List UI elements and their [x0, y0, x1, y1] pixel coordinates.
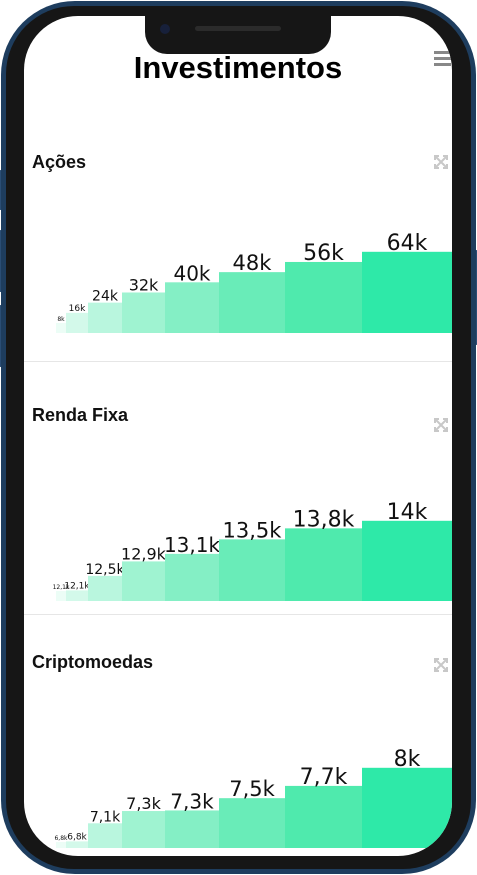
- data-label: 12,5k: [85, 562, 125, 578]
- chart-acoes: 8k 16k 24k 32k 40k 48k 56k 64k: [56, 231, 452, 333]
- data-label: 7,5k: [229, 777, 275, 801]
- data-label: 64k: [387, 231, 428, 256]
- chart-bar: [165, 810, 219, 848]
- page-title: Investimentos: [133, 50, 343, 85]
- data-label: 13,5k: [223, 518, 283, 542]
- chart-renda-fixa: 12,1k12,1k12,5k12,9k13,1k13,5k 13,8k 14k: [53, 500, 452, 601]
- chart-bar: [362, 251, 452, 333]
- data-label: 7,1k: [90, 809, 121, 825]
- chart-bar: [285, 261, 362, 333]
- phone-screen: Investimentos Ações 8k 16k 24k 32k 40k 48k 56k…: [24, 16, 452, 856]
- data-label: 12,1k: [64, 581, 90, 591]
- data-label: 14k: [387, 500, 428, 525]
- chart-bar: [219, 798, 285, 848]
- chart-bar: [56, 591, 66, 601]
- data-label: 13,8k: [293, 507, 355, 532]
- chart-bar: [165, 282, 219, 333]
- chart-bar: [219, 539, 285, 601]
- data-label: 7,7k: [300, 765, 348, 790]
- chart-bar: [122, 292, 165, 333]
- data-label: 12,9k: [121, 544, 167, 563]
- chart-bar: [362, 520, 452, 601]
- chart-bar: [219, 272, 285, 333]
- data-label: 56k: [303, 241, 344, 266]
- chart-criptomoedas: 6,8k 6,8k7,1k7,3k 7,3k7,5k 7,7k8k: [54, 747, 452, 848]
- data-label: 7,3k: [170, 789, 214, 813]
- chart-bar: [165, 553, 219, 601]
- chart-bar: [285, 785, 362, 848]
- data-label: 6,8k: [54, 835, 68, 842]
- data-label: 40k: [173, 261, 210, 285]
- chart-bar: [285, 528, 362, 601]
- chart-bar: [88, 575, 122, 601]
- data-label: 24k: [92, 289, 119, 305]
- data-label: 7,3k: [126, 794, 161, 813]
- data-label: 8k: [57, 316, 65, 323]
- camera-icon: [160, 24, 170, 34]
- divider: [24, 361, 452, 362]
- divider: [24, 614, 452, 615]
- chart-bar: [56, 323, 66, 333]
- data-label: 32k: [129, 275, 159, 294]
- chart-bar: [88, 302, 122, 333]
- chart-bar: [88, 823, 122, 848]
- chart-bar: [56, 842, 66, 848]
- chart-bar: [122, 811, 165, 848]
- data-label: 48k: [233, 251, 273, 275]
- chart-bar: [122, 561, 165, 601]
- speaker: [195, 26, 281, 31]
- data-label: 16k: [69, 304, 86, 314]
- data-label: 6,8k: [67, 832, 87, 842]
- chart-bar: [362, 767, 452, 848]
- hamburger-menu-icon[interactable]: [432, 49, 452, 69]
- data-label: 13,1k: [164, 533, 221, 557]
- chart-bar: [66, 312, 88, 333]
- chart-bar: [66, 590, 88, 601]
- data-label: 8k: [394, 747, 421, 772]
- notch: [145, 16, 331, 54]
